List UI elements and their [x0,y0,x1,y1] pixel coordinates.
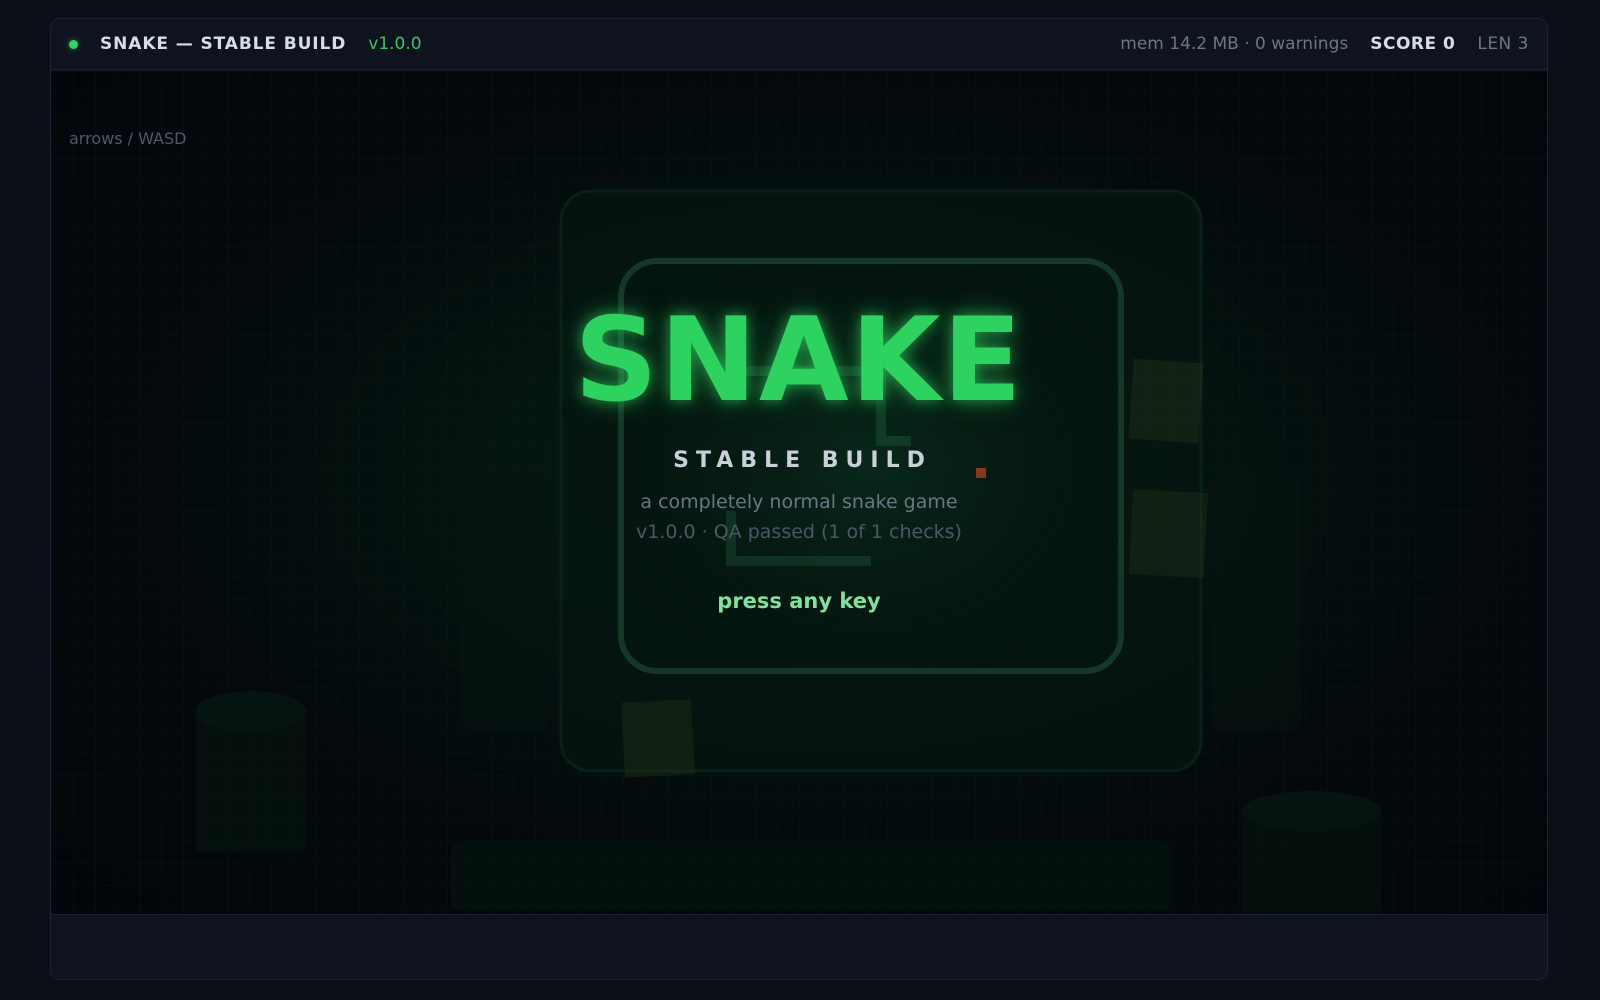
start-prompt[interactable]: press any key [51,589,1547,613]
top-status-bar: SNAKE — STABLE BUILD v1.0.0 mem 14.2 MB … [51,19,1547,70]
version-label: v1.0.0 [368,34,422,54]
title-screen: SNAKE STABLE BUILD a completely normal s… [51,293,1547,614]
keyboard-silhouette [451,841,1171,911]
length-display: LEN 3 [1477,34,1529,54]
game-subtitle: STABLE BUILD [673,448,932,473]
game-window: SNAKE — STABLE BUILD v1.0.0 mem 14.2 MB … [50,18,1548,980]
memory-status: mem 14.2 MB · 0 warnings [1120,34,1349,54]
game-title: SNAKE [574,293,1024,428]
score-display: SCORE 0 [1370,34,1456,54]
app-title: SNAKE — STABLE BUILD [100,34,347,54]
sticky-note [621,699,695,778]
mug-left-body [196,711,306,851]
mug-right-body [1241,811,1381,916]
qa-status: v1.0.0 · QA passed (1 of 1 checks) [636,521,962,543]
game-canvas[interactable]: arrows / WASD SNAKE STABLE BUILD a compl… [51,71,1547,916]
controls-hint: arrows / WASD [69,129,187,148]
bottom-bar [51,914,1547,979]
status-indicator-icon [69,39,78,49]
stats-group: mem 14.2 MB · 0 warnings SCORE 0 LEN 3 [1120,34,1529,54]
tagline: a completely normal snake game [640,491,958,513]
